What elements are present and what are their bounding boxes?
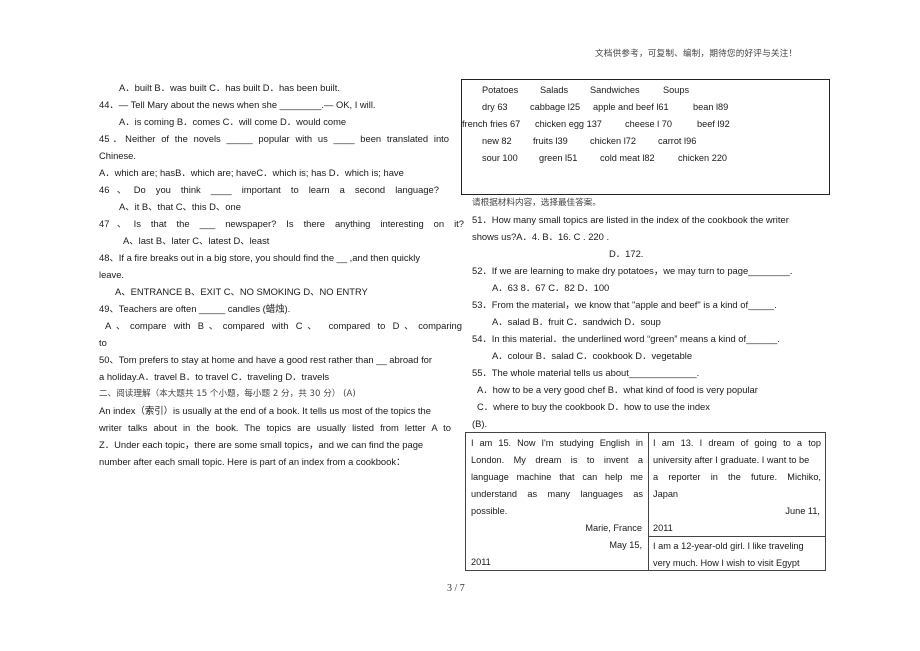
index-item: apple and beef l61: [593, 102, 669, 112]
q48-question-cont: leave.: [99, 269, 125, 280]
index-item: beef l92: [697, 119, 730, 129]
instruction-text: 请根据材料内容，选择最佳答案。: [472, 198, 601, 208]
letter-michiko-date: June 11,: [785, 506, 820, 516]
index-item: bean l89: [693, 102, 729, 112]
letter-michiko-line: Japan: [653, 489, 679, 499]
q45-question: 45．Neither of the novels _____ popular w…: [99, 133, 449, 144]
q50-options: a holiday.A．travel B．to travel C．traveli…: [99, 371, 330, 382]
q53-question: 53．From the material，we know that "apple…: [472, 299, 777, 310]
q46-question: 46、Do you think ____ important to learn …: [99, 184, 439, 195]
q51-option-d: D．172.: [609, 248, 644, 259]
section-heading-reading: 二、阅读理解（本大题共 15 个小题，每小题 2 分，共 30 分） (A): [99, 389, 356, 399]
watermark-header: 文档供参考，可复制、编制，期待您的好评与关注！: [595, 49, 798, 59]
index-item: new 82: [482, 136, 512, 146]
q53-options: A．salad B．fruit C．sandwich D．soup: [492, 316, 661, 327]
index-item: french fries 67: [462, 119, 521, 129]
table-column-divider: [648, 433, 649, 570]
cookbook-index-box: Potatoes Salads Sandwiches Soups dry 63 …: [461, 79, 830, 195]
q47-options: A、last B、later C、latest D、least: [123, 235, 270, 246]
index-item: cabbage l25: [530, 102, 581, 112]
page-number: 3 / 7: [447, 583, 465, 594]
letter-marie-signature: Marie, France: [585, 523, 642, 533]
letter-marie-year: 2011: [471, 557, 491, 567]
q51-question: 51．How many small topics are listed in t…: [472, 214, 789, 225]
q49-options-cont: to: [99, 337, 107, 348]
q55-options-ab: A．how to be a very good chef B．what kind…: [477, 384, 758, 395]
index-item: fruits l39: [533, 136, 568, 146]
passage-a-line-4: number after each small topic. Here is p…: [99, 456, 406, 467]
section-b-label: (B).: [472, 418, 488, 429]
table-row-divider: [648, 536, 825, 537]
q49-question: 49、Teachers are often _____ candles (蜡烛)…: [99, 303, 291, 314]
q50-question: 50、Tom prefers to stay at home and have …: [99, 354, 433, 365]
index-item: chicken 220: [678, 153, 728, 163]
index-header-sandwiches: Sandwiches: [590, 85, 640, 95]
letter-marie-line: understand as many languages as: [471, 489, 643, 499]
q44-question: 44．— Tell Mary about the news when she _…: [99, 99, 376, 110]
letter-marie-line: possible.: [471, 506, 508, 516]
q52-question: 52．If we are learning to make dry potato…: [472, 265, 793, 276]
index-item: sour 100: [482, 153, 518, 163]
letter-marie-line: language machine that can help me: [471, 472, 643, 482]
index-item: dry 63: [482, 102, 508, 112]
q43-options: A．built B．was built C．has built D．has be…: [119, 82, 340, 93]
q54-question: 54．In this material．the underlined word …: [472, 333, 780, 344]
q54-options: A．colour B．salad C．cookbook D．vegetable: [492, 350, 693, 361]
letter-michiko-line: university after I graduate. I want to b…: [653, 455, 810, 465]
q47-question: 47、Is that the ___ newspaper? Is there a…: [99, 218, 464, 229]
letter-third-line: very much. How I wish to visit Egypt: [653, 558, 800, 568]
q44-options: A．is coming B．comes C．will come D．would …: [119, 116, 347, 127]
q48-options: A、ENTRANCE B、EXIT C、NO SMOKING D、NO ENTR…: [115, 286, 368, 297]
letter-marie-date: May 15,: [609, 540, 642, 550]
q45-question-cont: Chinese.: [99, 150, 137, 161]
q48-question: 48、If a fire breaks out in a big store, …: [99, 252, 421, 263]
passage-a-line-3: Z．Under each topic，there are some small …: [99, 439, 424, 450]
q55-question: 55．The whole material tells us about____…: [472, 367, 700, 378]
q46-options: A、it B、that C、this D、one: [119, 201, 241, 212]
index-item: carrot l96: [658, 136, 697, 146]
passage-a-line-2: writer talks about in the book. The topi…: [99, 422, 451, 433]
index-header-salads: Salads: [540, 85, 569, 95]
index-item: green l51: [539, 153, 578, 163]
index-item: chicken l72: [590, 136, 636, 146]
letter-third-line: I am a 12-year-old girl. I like travelin…: [653, 541, 804, 551]
letter-michiko-line: a reporter in the future. Michiko,: [653, 472, 821, 482]
letter-michiko-line: I am 13. I dream of going to a top: [653, 438, 821, 448]
q49-options: A、compare with B、compared with C、 compar…: [105, 320, 462, 331]
letters-table: I am 15. Now I'm studying English in Lon…: [465, 432, 826, 571]
index-item: cold meat l82: [600, 153, 655, 163]
q51-options: shows us?A．4. B．16. C . 220 .: [472, 231, 610, 242]
letter-marie-line: I am 15. Now I'm studying English in: [471, 438, 643, 448]
index-item: cheese l 70: [625, 119, 672, 129]
q45-options: A．which are; hasB．which are; haveC．which…: [99, 167, 404, 178]
index-header-potatoes: Potatoes: [482, 85, 519, 95]
passage-a-line-1: An index（索引）is usually at the end of a b…: [99, 405, 431, 416]
q52-options: A．63 8．67 C．82 D．100: [492, 282, 610, 293]
letter-michiko-year: 2011: [653, 523, 673, 533]
letter-marie-line: London. My dream is to invent a: [471, 455, 643, 465]
index-header-soups: Soups: [663, 85, 690, 95]
index-item: chicken egg 137: [535, 119, 602, 129]
q55-options-cd: C．where to buy the cookbook D．how to use…: [477, 401, 710, 412]
